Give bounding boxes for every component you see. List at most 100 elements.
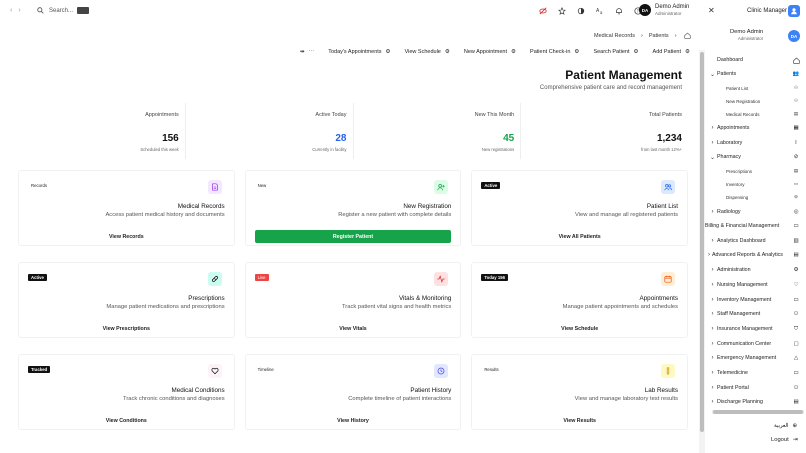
user-name: Demo Admin xyxy=(730,29,764,35)
sidebar-item-label: Medical Records xyxy=(726,111,760,117)
card-description: Register a new patient with complete det… xyxy=(338,212,452,218)
card-medical-conditions: Tracked Medical Conditions Track chronic… xyxy=(18,354,235,430)
card-prescriptions: Active Prescriptions Manage patient medi… xyxy=(18,262,235,338)
card-title: Prescriptions xyxy=(188,295,225,302)
chevron-right-icon: › xyxy=(711,311,714,317)
chevron-right-icon: › xyxy=(640,32,643,39)
card-title: Appointments xyxy=(639,295,678,302)
button-label: Patient Check-in xyxy=(530,49,571,55)
view-records-button[interactable]: View Records xyxy=(28,230,225,243)
stat-active-today: Active Today 28 Currently in facility xyxy=(186,103,354,159)
scrollbar-thumb[interactable] xyxy=(713,410,803,414)
sidebar-item-patient-list[interactable]: Patient List ⚇ xyxy=(708,83,800,93)
expand-icon: ⇹ xyxy=(300,49,305,55)
search-box[interactable]: Search... xyxy=(36,6,90,15)
sidebar-item-analytics-dashboard[interactable]: › Analytics Dashboard ▥ xyxy=(708,236,800,246)
breadcrumb: Medical Records › Patients › xyxy=(594,31,692,40)
close-icon[interactable]: ✕ xyxy=(708,6,715,15)
language-switch[interactable]: العربية ⊕ xyxy=(774,423,797,429)
sidebar-item-label: New Registration xyxy=(726,98,761,104)
search-patient-button[interactable]: Search Patient ⚙ xyxy=(593,49,638,55)
chevron-right-icon: › xyxy=(711,355,714,361)
sidebar-item-label: Patient Portal xyxy=(717,385,749,391)
avatar[interactable]: DA xyxy=(788,30,800,42)
view-history-button[interactable]: View History xyxy=(255,414,452,427)
sidebar-item-patient-portal[interactable]: › Patient Portal ⚇ xyxy=(708,383,800,393)
theme-icon[interactable] xyxy=(576,6,585,15)
add-patient-button[interactable]: Add Patient ⚙ xyxy=(653,49,690,55)
sidebar-item-radiology[interactable]: › Radiology ◎ xyxy=(708,207,800,217)
breadcrumb-item[interactable]: Patients xyxy=(649,33,669,39)
eye-off-icon[interactable] xyxy=(538,6,547,15)
view-results-button[interactable]: View Results xyxy=(481,414,678,427)
sidebar-item-patients[interactable]: ⌄ Patients 👥 xyxy=(708,69,800,79)
view-schedule-button[interactable]: View Schedule ⚙ xyxy=(405,49,450,55)
forward-arrow-icon[interactable]: › xyxy=(18,7,20,14)
sidebar-item-label: Administration xyxy=(717,267,751,273)
star-icon[interactable] xyxy=(557,6,566,15)
view-vitals-button[interactable]: View Vitals xyxy=(255,322,452,335)
sidebar-item-advanced-reports[interactable]: › Advanced Reports & Analytics ▤ xyxy=(706,250,800,260)
sidebar-item-pharmacy[interactable]: ⌄ Pharmacy ⊘ xyxy=(708,152,800,162)
stat-label: Total Patients xyxy=(648,112,682,118)
todays-appointments-button[interactable]: Today's Appointments ⚙ xyxy=(328,49,390,55)
sidebar-item-discharge[interactable]: › Discharge Planning ▤ xyxy=(708,397,800,407)
sidebar-item-nursing[interactable]: › Nursing Management ♡ xyxy=(708,280,800,290)
view-all-patients-button[interactable]: View All Patients xyxy=(481,230,678,243)
globe-icon: ⊕ xyxy=(792,423,797,429)
sidebar-item-laboratory[interactable]: › Laboratory ǀ xyxy=(708,138,800,148)
card-description: Track patient vital signs and health met… xyxy=(341,304,452,310)
sidebar-scrollbar-thumb[interactable] xyxy=(700,52,704,432)
view-conditions-button[interactable]: View Conditions xyxy=(28,414,225,427)
sidebar-item-emergency[interactable]: › Emergency Management △ xyxy=(708,353,800,363)
chevron-right-icon: › xyxy=(711,326,714,332)
sidebar-item-insurance[interactable]: › Insurance Management ⛉ xyxy=(708,324,800,334)
breadcrumb-item[interactable]: Medical Records xyxy=(594,33,635,39)
bell-icon[interactable] xyxy=(614,6,623,15)
sidebar-item-label: Inventory Management xyxy=(717,297,772,303)
header-user-info[interactable]: Demo Admin Administrator xyxy=(730,29,763,41)
new-appointment-button[interactable]: New Appointment ⚙ xyxy=(464,49,516,55)
sidebar-item-staff[interactable]: › Staff Management ⚇ xyxy=(708,309,800,319)
sidebar-item-appointments[interactable]: › Appointments ▦ xyxy=(708,123,800,133)
sidebar-item-prescriptions[interactable]: Prescriptions ▤ xyxy=(708,166,800,176)
register-patient-button[interactable]: Register Patient xyxy=(254,230,452,243)
home-icon[interactable] xyxy=(683,31,692,40)
sidebar-item-telemedicine[interactable]: › Telemedicine ▭ xyxy=(708,368,800,378)
chevron-down-icon: ⌄ xyxy=(709,71,716,78)
toolbar-extra-button[interactable]: ⇹ ⋯ xyxy=(300,49,314,55)
user-menu[interactable]: DA Demo Admin Administrator xyxy=(639,4,689,16)
search-placeholder[interactable]: Search... xyxy=(49,8,73,14)
view-prescriptions-button[interactable]: View Prescriptions xyxy=(28,322,225,335)
view-schedule-button[interactable]: View Schedule xyxy=(481,322,678,335)
sidebar-item-billing[interactable]: Billing & Financial Management ▭ xyxy=(705,221,800,231)
box-icon: ▭ xyxy=(793,181,799,186)
logout-button[interactable]: Logout ⇥ xyxy=(771,437,798,443)
card-title: Patient History xyxy=(410,387,452,394)
sidebar-item-communication[interactable]: › Communication Center ▢ xyxy=(708,339,800,349)
top-icons: Aa ? xyxy=(538,6,642,15)
stat-value: 1,234 xyxy=(656,133,682,144)
sidebar-item-inventory-management[interactable]: › Inventory Management ▭ xyxy=(708,295,800,305)
translate-icon[interactable]: Aa xyxy=(595,6,604,15)
card-lab-results: Results Lab Results View and manage labo… xyxy=(471,354,688,430)
sidebar-item-inventory[interactable]: Inventory ▭ xyxy=(708,179,800,189)
sidebar-item-new-registration[interactable]: New Registration ⚇ xyxy=(708,96,800,106)
feature-cards: Records Medical Records Access patient m… xyxy=(18,170,688,430)
patient-checkin-button[interactable]: Patient Check-in ⚙ xyxy=(530,49,579,55)
sidebar-item-dispensing[interactable]: Dispensing ⊘ xyxy=(708,192,800,202)
sidebar-item-administration[interactable]: › Administration ⚙ xyxy=(708,265,800,275)
clipboard-icon: ▤ xyxy=(793,399,799,405)
app-title: Clinic Manager xyxy=(747,8,788,14)
card-description: Manage patient appointments and schedule… xyxy=(562,304,678,310)
svg-text:a: a xyxy=(600,10,603,15)
card-badge: New xyxy=(257,183,267,188)
logout-icon: ⇥ xyxy=(792,437,798,443)
sidebar-horizontal-scrollbar[interactable] xyxy=(712,410,804,414)
sidebar-item-medical-records[interactable]: Medical Records ▤ xyxy=(708,109,800,119)
sidebar-item-dashboard[interactable]: Dashboard xyxy=(708,55,800,65)
radiology-icon: ◎ xyxy=(793,209,799,215)
back-arrow-icon[interactable]: ‹ xyxy=(10,7,12,14)
stat-appointments: Appointments 156 Scheduled this week xyxy=(18,103,186,159)
button-label: View Schedule xyxy=(404,49,441,55)
